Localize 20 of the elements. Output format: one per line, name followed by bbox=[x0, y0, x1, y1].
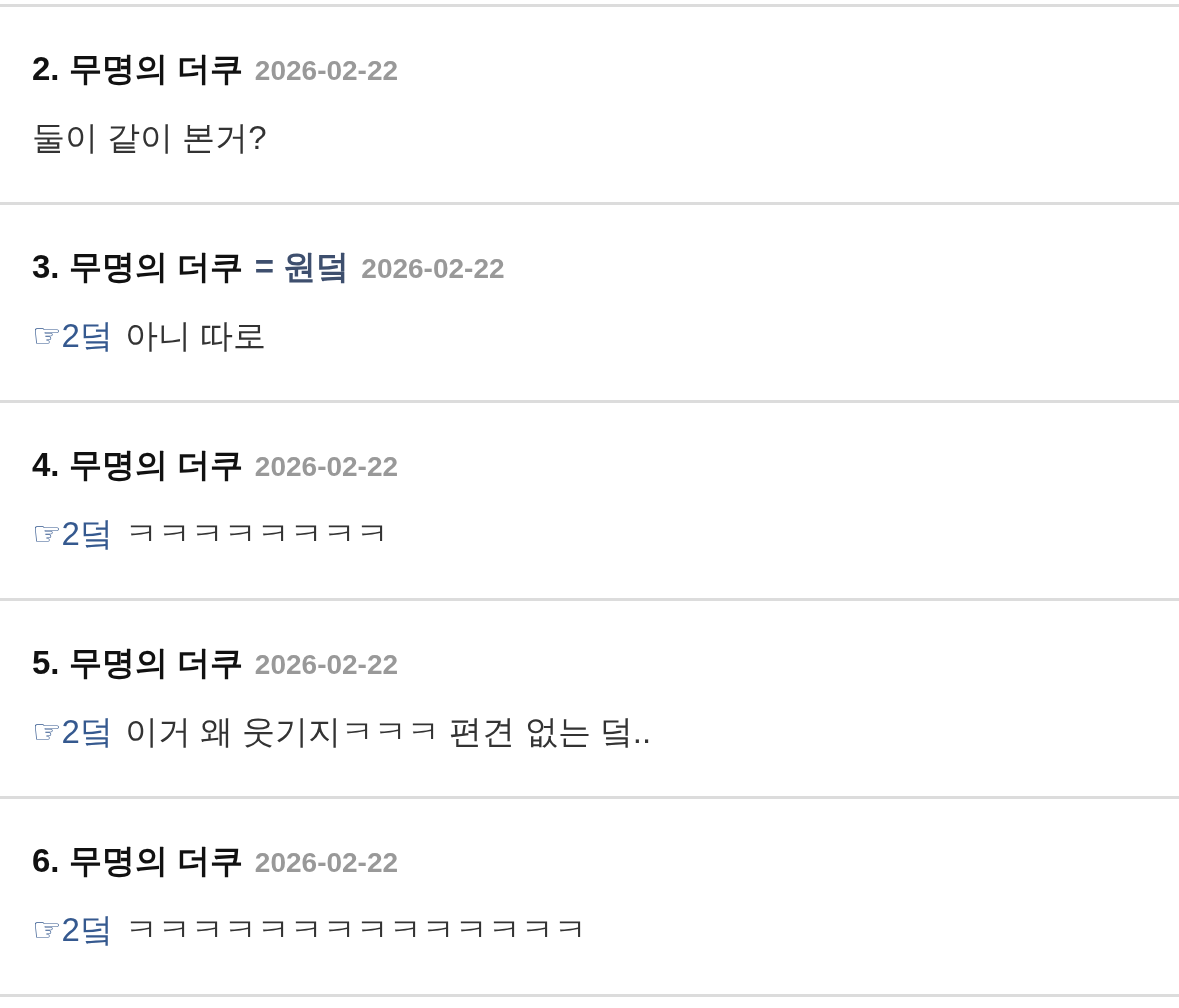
reply-link[interactable]: ☞2덬 bbox=[32, 710, 113, 755]
comment-date: 2026-02-22 bbox=[254, 847, 399, 879]
comment-author: 2. 무명의 더쿠 bbox=[32, 49, 243, 89]
reply-link[interactable]: ☞2덬 bbox=[32, 908, 113, 953]
comment-text: ㅋㅋㅋㅋㅋㅋㅋㅋ bbox=[124, 514, 389, 554]
comment-date: 2026-02-22 bbox=[254, 649, 399, 681]
reply-link[interactable]: ☞2덬 bbox=[32, 512, 113, 557]
comment-text: ㅋㅋㅋㅋㅋㅋㅋㅋㅋㅋㅋㅋㅋㅋ bbox=[124, 910, 587, 950]
comment-date: 2026-02-22 bbox=[254, 55, 399, 87]
comment-author: 4. 무명의 더쿠 bbox=[32, 445, 243, 485]
reply-link[interactable]: ☞2덬 bbox=[32, 314, 113, 359]
comment-date: 2026-02-22 bbox=[361, 253, 505, 285]
author-tag: = 원덬 bbox=[254, 245, 350, 290]
comment-date: 2026-02-22 bbox=[254, 451, 399, 483]
comment-text: 아니 따로 bbox=[124, 316, 267, 356]
comment-author: 6. 무명의 더쿠 bbox=[32, 841, 243, 881]
comment-author: 5. 무명의 더쿠 bbox=[32, 643, 243, 683]
comment-text: 이거 왜 웃기지ㅋㅋㅋ 편견 없는 덬.. bbox=[124, 712, 652, 752]
comment-author: 3. 무명의 더쿠 bbox=[32, 247, 243, 287]
comment-text: 둘이 같이 본거? bbox=[32, 118, 267, 158]
